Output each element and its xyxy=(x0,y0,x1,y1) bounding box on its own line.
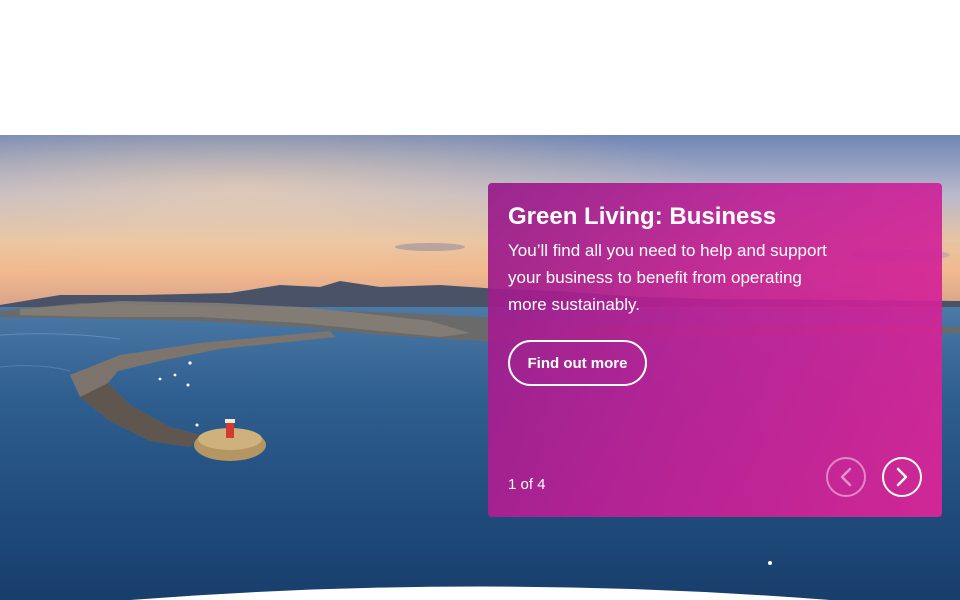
find-out-more-button[interactable]: Find out more xyxy=(508,340,647,386)
previous-slide-button[interactable] xyxy=(826,457,866,497)
hero-carousel: Green Living: Business You’ll find all y… xyxy=(0,135,960,600)
card-description: You’ll find all you need to help and sup… xyxy=(508,241,827,314)
card-title: Green Living: Business xyxy=(508,203,777,230)
chevron-left-icon xyxy=(840,467,852,487)
next-slide-button[interactable] xyxy=(882,457,922,497)
slide-counter: 1 of 4 xyxy=(508,476,546,493)
chevron-right-icon xyxy=(896,467,908,487)
header-bar xyxy=(0,0,960,135)
hero-card: Green Living: Business You’ll find all y… xyxy=(488,183,942,517)
